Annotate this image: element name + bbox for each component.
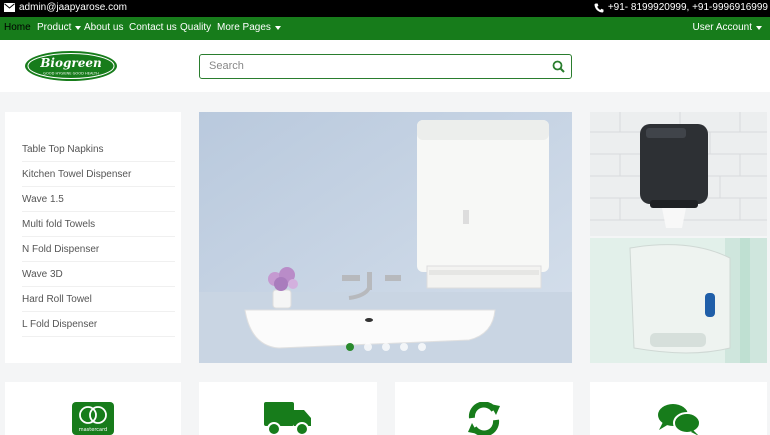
- nav-contact-label: Contact us: [129, 22, 177, 33]
- delivery-card: [199, 382, 377, 435]
- header: Biogreen GOOD HYGIENE GOOD HEALTH: [0, 40, 770, 92]
- phone-contact[interactable]: +91- 8199920999, +91-9996916999: [594, 2, 768, 13]
- nav-home-label: Home: [4, 22, 31, 33]
- category-sidebar: Table Top Napkins Kitchen Towel Dispense…: [5, 112, 181, 363]
- support-card: [590, 382, 767, 435]
- nav-more-pages-label: More Pages: [217, 22, 271, 33]
- carousel-dot[interactable]: [345, 343, 354, 351]
- roll-dispenser-image: [590, 112, 767, 236]
- carousel-dot[interactable]: [399, 343, 408, 351]
- chevron-down-icon: [274, 25, 281, 30]
- sidebar-item-kitchen-towel-dispenser[interactable]: Kitchen Towel Dispenser: [22, 162, 175, 187]
- nav-user-account[interactable]: User Account: [693, 22, 762, 33]
- search-input[interactable]: [209, 55, 539, 77]
- top-bar: admin@jaapyarose.com +91- 8199920999, +9…: [0, 0, 770, 17]
- sidebar-item-n-fold-dispenser[interactable]: N Fold Dispenser: [22, 237, 175, 262]
- towel-dispenser-image: [199, 112, 572, 363]
- wall-dispenser-image: [590, 238, 767, 363]
- email-text: admin@jaapyarose.com: [19, 2, 127, 13]
- svg-text:GOOD HYGIENE GOOD HEALTH: GOOD HYGIENE GOOD HEALTH: [43, 72, 99, 76]
- chevron-down-icon: [75, 25, 82, 30]
- phone-text: +91- 8199920999, +91-9996916999: [607, 2, 768, 13]
- payment-card: mastercard: [5, 382, 181, 435]
- hero-carousel[interactable]: [199, 112, 572, 363]
- wall-dispenser-promo[interactable]: [590, 238, 767, 363]
- nav-quality-label: Quality: [180, 22, 212, 33]
- nav-more-pages[interactable]: More Pages: [217, 22, 281, 33]
- nav-home[interactable]: Home: [4, 22, 31, 33]
- sidebar-item-table-top-napkins[interactable]: Table Top Napkins: [22, 137, 175, 162]
- mail-icon: [4, 3, 15, 12]
- carousel-indicators: [199, 343, 572, 351]
- search-box: [199, 54, 572, 79]
- carousel-dot[interactable]: [381, 343, 390, 351]
- chat-icon: [657, 404, 701, 435]
- nav-product[interactable]: Product: [37, 22, 82, 33]
- nav-about[interactable]: About us: [84, 22, 123, 33]
- search-icon[interactable]: [552, 60, 565, 73]
- truck-icon: [264, 402, 311, 435]
- returns-card: [395, 382, 573, 435]
- roll-dispenser-promo[interactable]: [590, 112, 767, 236]
- brand-logo[interactable]: Biogreen GOOD HYGIENE GOOD HEALTH: [24, 50, 118, 82]
- sidebar-item-multi-fold-towels[interactable]: Multi fold Towels: [22, 212, 175, 237]
- nav-quality[interactable]: Quality: [180, 22, 211, 33]
- email-contact[interactable]: admin@jaapyarose.com: [4, 2, 127, 13]
- sidebar-item-hard-roll-towel[interactable]: Hard Roll Towel: [22, 287, 175, 312]
- biogreen-logo-icon: Biogreen GOOD HYGIENE GOOD HEALTH: [25, 51, 117, 81]
- nav-user-account-label: User Account: [692, 22, 752, 33]
- sidebar-item-wave-3d[interactable]: Wave 3D: [22, 262, 175, 287]
- nav-product-label: Product: [37, 22, 72, 33]
- sidebar-item-wave-1-5[interactable]: Wave 1.5: [22, 187, 175, 212]
- refresh-icon: [468, 402, 500, 435]
- nav-about-label: About us: [84, 22, 124, 33]
- svg-text:mastercard: mastercard: [79, 427, 107, 433]
- carousel-dot[interactable]: [417, 343, 426, 351]
- main-nav: Home Product About us Contact us Quality…: [0, 17, 770, 40]
- carousel-dot[interactable]: [363, 343, 372, 351]
- phone-icon: [594, 3, 604, 12]
- mastercard-icon: mastercard: [72, 402, 114, 435]
- chevron-down-icon: [756, 25, 762, 30]
- svg-text:Biogreen: Biogreen: [39, 56, 101, 70]
- sidebar-item-l-fold-dispenser[interactable]: L Fold Dispenser: [22, 312, 175, 337]
- nav-contact[interactable]: Contact us: [129, 22, 177, 33]
